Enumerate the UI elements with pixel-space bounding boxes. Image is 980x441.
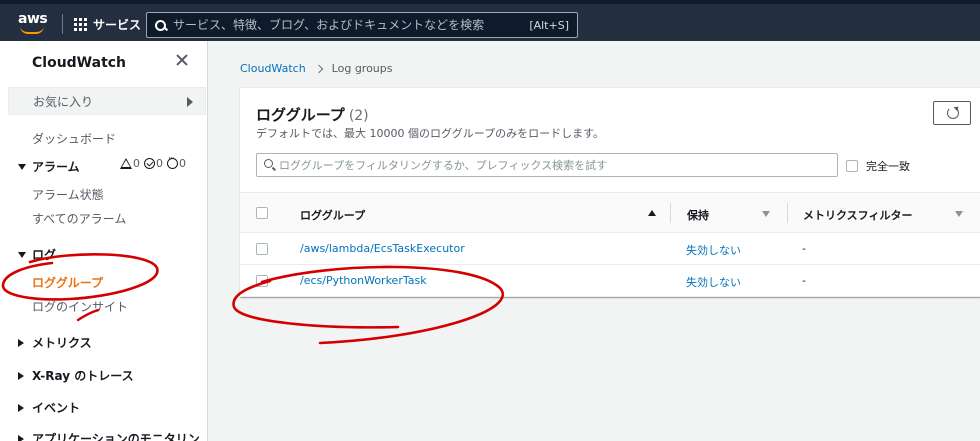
- global-search-box[interactable]: [Alt+S]: [146, 12, 578, 38]
- sidebar-section-metrics-label: メトリクス: [32, 336, 92, 350]
- alarm-warning-count: 0: [133, 157, 140, 170]
- sidebar-item-dashboard[interactable]: ダッシュボード: [32, 130, 116, 147]
- column-divider[interactable]: [787, 203, 788, 223]
- column-header-metric-filters[interactable]: メトリクスフィルター: [803, 207, 912, 223]
- top-navigation-bar: aws サービス [Alt+S]: [0, 0, 980, 41]
- search-icon: [147, 13, 169, 37]
- column-header-log-group[interactable]: ロググループ: [300, 207, 365, 223]
- row-checkbox[interactable]: [256, 275, 268, 287]
- page-title: ロググループ (2): [256, 104, 369, 125]
- column-divider[interactable]: [670, 203, 671, 223]
- panel-description: デフォルトでは、最大 10000 個のロググループのみをロードします。: [256, 127, 605, 140]
- warning-icon: [120, 158, 132, 169]
- alarm-insufficient-count: 0: [179, 157, 186, 170]
- sidebar-item-log-insights[interactable]: ログのインサイト: [32, 298, 128, 315]
- search-icon: [257, 154, 279, 176]
- exact-match-label: 完全一致: [866, 160, 910, 173]
- log-group-link[interactable]: /aws/lambda/EcsTaskExecutor: [300, 242, 465, 255]
- sidebar-section-app-monitoring[interactable]: アプリケーションのモニタリン: [18, 430, 200, 441]
- retention-link[interactable]: 失効しない: [686, 242, 741, 258]
- sidebar-section-logs[interactable]: ログ: [18, 246, 56, 263]
- caret-right-icon: [18, 371, 24, 380]
- sidebar-section-alarms[interactable]: アラーム: [18, 158, 80, 175]
- table-row[interactable]: /aws/lambda/EcsTaskExecutor 失効しない -: [240, 233, 980, 265]
- sort-icon[interactable]: [955, 211, 963, 217]
- grid-icon: [74, 17, 87, 31]
- caret-down-icon: [18, 251, 26, 258]
- services-menu-button[interactable]: サービス: [74, 14, 141, 34]
- sidebar-section-alarms-label: アラーム: [32, 160, 80, 174]
- caret-right-icon: [18, 338, 24, 347]
- exact-match-checkbox[interactable]: [846, 160, 858, 172]
- sidebar-section-xray-label: X-Ray のトレース: [32, 369, 134, 383]
- ellipsis-circle-icon: [167, 154, 178, 169]
- alarm-badge-warning[interactable]: 0: [120, 157, 140, 170]
- services-label: サービス: [93, 17, 142, 32]
- refresh-button[interactable]: [933, 101, 971, 125]
- sort-ascending-icon[interactable]: [648, 210, 656, 216]
- sort-icon[interactable]: [762, 211, 770, 217]
- select-all-checkbox[interactable]: [256, 207, 268, 219]
- check-circle-icon: [144, 158, 155, 169]
- alarm-badge-insufficient[interactable]: 0: [167, 154, 186, 170]
- favorites-label: お気に入り: [33, 94, 94, 109]
- breadcrumb: CloudWatch Log groups: [240, 62, 393, 75]
- breadcrumb-cloudwatch[interactable]: CloudWatch: [240, 62, 306, 75]
- favorites-toggle[interactable]: お気に入り: [8, 87, 206, 115]
- breadcrumb-log-groups: Log groups: [331, 62, 393, 75]
- table-row[interactable]: /ecs/PythonWorkerTask 失効しない -: [240, 265, 980, 297]
- log-group-filter-input[interactable]: [279, 158, 837, 172]
- table-header: ロググループ 保持 メトリクスフィルター: [240, 192, 980, 233]
- metric-filters-value: -: [802, 274, 806, 287]
- page-title-text: ロググループ: [256, 106, 345, 124]
- alarm-badge-ok[interactable]: 0: [144, 157, 163, 170]
- alarm-status-badges: 0 0 0: [120, 154, 186, 170]
- log-groups-panel: ロググループ (2) デフォルトでは、最大 10000 個のロググループのみをロー…: [240, 87, 980, 297]
- alarm-ok-count: 0: [156, 157, 163, 170]
- aws-logo-text: aws: [18, 11, 48, 27]
- chevron-right-icon: [314, 64, 323, 73]
- caret-right-icon: [187, 97, 193, 107]
- log-group-filter[interactable]: [256, 153, 838, 177]
- aws-logo[interactable]: aws: [18, 12, 48, 34]
- sidebar-title[interactable]: CloudWatch: [32, 55, 126, 71]
- sidebar-section-xray[interactable]: X-Ray のトレース: [18, 367, 134, 384]
- aws-smile-icon: [20, 26, 44, 34]
- exact-match-option[interactable]: 完全一致: [846, 158, 910, 174]
- search-shortcut-hint: [Alt+S]: [529, 18, 569, 32]
- caret-down-icon: [18, 163, 26, 170]
- log-group-count: (2): [348, 108, 369, 124]
- sidebar-section-app-monitoring-label: アプリケーションのモニタリン: [32, 432, 200, 441]
- nav-divider: [62, 14, 63, 34]
- sidebar-section-logs-label: ログ: [32, 248, 57, 262]
- column-header-retention[interactable]: 保持: [687, 207, 709, 223]
- sidebar-item-log-groups[interactable]: ロググループ: [32, 274, 103, 291]
- retention-link[interactable]: 失効しない: [686, 274, 741, 290]
- sidebar-item-alarm-state[interactable]: アラーム状態: [32, 186, 104, 203]
- global-search-input[interactable]: [169, 18, 530, 32]
- sidebar: CloudWatch お気に入り ダッシュボード アラーム 0 0 0 アラーム…: [0, 41, 208, 441]
- close-icon[interactable]: [172, 51, 192, 71]
- sidebar-section-events[interactable]: イベント: [18, 399, 80, 416]
- sidebar-item-all-alarms[interactable]: すべてのアラーム: [32, 210, 126, 227]
- row-checkbox[interactable]: [256, 243, 268, 255]
- log-group-link[interactable]: /ecs/PythonWorkerTask: [300, 274, 427, 287]
- sidebar-section-metrics[interactable]: メトリクス: [18, 334, 92, 351]
- sidebar-section-events-label: イベント: [32, 401, 81, 415]
- metric-filters-value: -: [802, 242, 806, 255]
- caret-right-icon: [18, 434, 24, 441]
- caret-right-icon: [18, 403, 24, 412]
